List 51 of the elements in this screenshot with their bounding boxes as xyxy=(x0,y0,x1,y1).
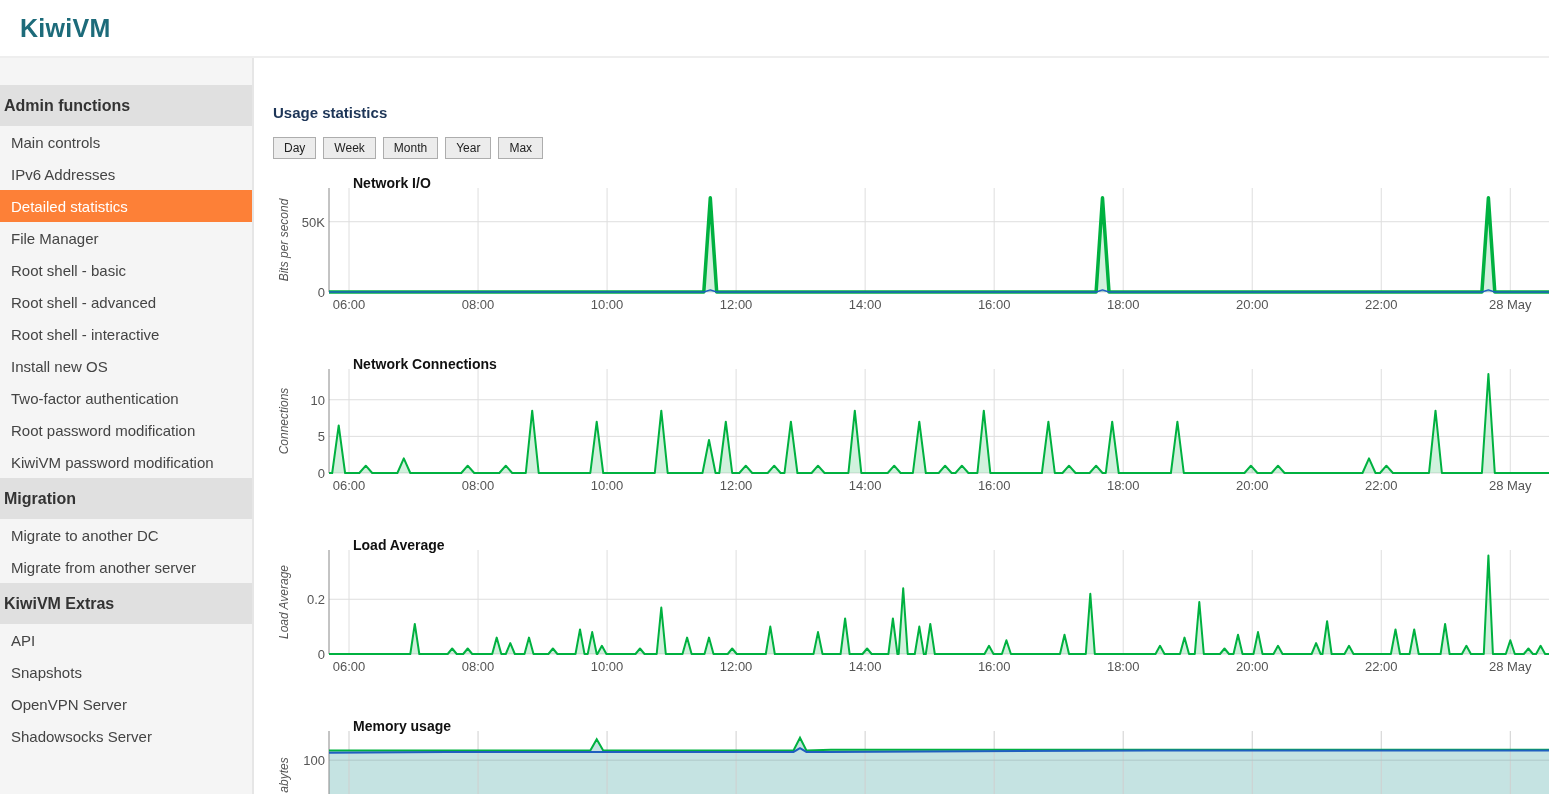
y-tick-label: 0 xyxy=(317,285,325,300)
x-tick-label: 12:00 xyxy=(719,478,753,493)
y-axis-label: Connections xyxy=(277,387,291,455)
x-tick-label: 20:00 xyxy=(1235,297,1269,312)
chart-title: Memory usage xyxy=(353,719,452,734)
x-tick-label: 14:00 xyxy=(848,659,882,674)
x-tick-label: 08:00 xyxy=(461,659,495,674)
y-tick-label: 5 xyxy=(317,429,325,445)
x-tick-label: 12:00 xyxy=(719,659,753,674)
x-tick-label: 18:00 xyxy=(1106,297,1140,312)
x-tick-label: 16:00 xyxy=(977,659,1011,674)
x-tick-label: 14:00 xyxy=(848,478,882,493)
sidebar-section-heading: KiwiVM Extras xyxy=(0,583,252,624)
y-tick-label: 0 xyxy=(317,647,325,662)
x-tick-label: 16:00 xyxy=(977,478,1011,493)
sidebar-section-heading: Admin functions xyxy=(0,85,252,126)
x-tick-label: 06:00 xyxy=(332,297,366,312)
y-axis-label: Bits per second xyxy=(277,198,291,282)
x-tick-label: 10:00 xyxy=(590,659,624,674)
sidebar-section-heading: Migration xyxy=(0,478,252,519)
chart-title: Network I/O xyxy=(353,176,431,191)
x-tick-label: 28 May xyxy=(1488,297,1532,312)
x-tick-label: 22:00 xyxy=(1365,659,1398,674)
x-tick-label: 12:00 xyxy=(719,297,753,312)
x-tick-label: 22:00 xyxy=(1365,478,1398,493)
y-tick-label: 0.2 xyxy=(306,592,325,608)
y-tick-label: 50K xyxy=(301,214,325,230)
y-tick-label: 10 xyxy=(310,392,325,408)
x-tick-label: 28 May xyxy=(1488,478,1532,493)
x-tick-label: 10:00 xyxy=(590,297,624,312)
page-title: Usage statistics xyxy=(273,103,389,123)
y-axis-label: abytes xyxy=(277,757,291,793)
x-tick-label: 18:00 xyxy=(1106,659,1140,674)
x-tick-label: 28 May xyxy=(1488,659,1532,674)
logo: KiwiVM xyxy=(20,13,111,43)
x-tick-label: 22:00 xyxy=(1365,297,1398,312)
x-tick-label: 06:00 xyxy=(332,659,366,674)
x-tick-label: 08:00 xyxy=(461,478,495,493)
chart-title: Load Average xyxy=(353,538,445,553)
y-axis-label: Load Average xyxy=(277,564,291,640)
x-tick-label: 14:00 xyxy=(848,297,882,312)
x-tick-label: 16:00 xyxy=(977,297,1011,312)
x-tick-label: 18:00 xyxy=(1106,478,1140,493)
x-tick-label: 20:00 xyxy=(1235,659,1269,674)
chart-title: Network Connections xyxy=(353,357,497,372)
x-tick-label: 06:00 xyxy=(332,478,366,493)
x-tick-label: 08:00 xyxy=(461,297,495,312)
y-tick-label: 100 xyxy=(303,753,325,769)
x-tick-label: 20:00 xyxy=(1235,478,1269,493)
x-tick-label: 10:00 xyxy=(590,478,624,493)
y-tick-label: 0 xyxy=(317,466,325,481)
